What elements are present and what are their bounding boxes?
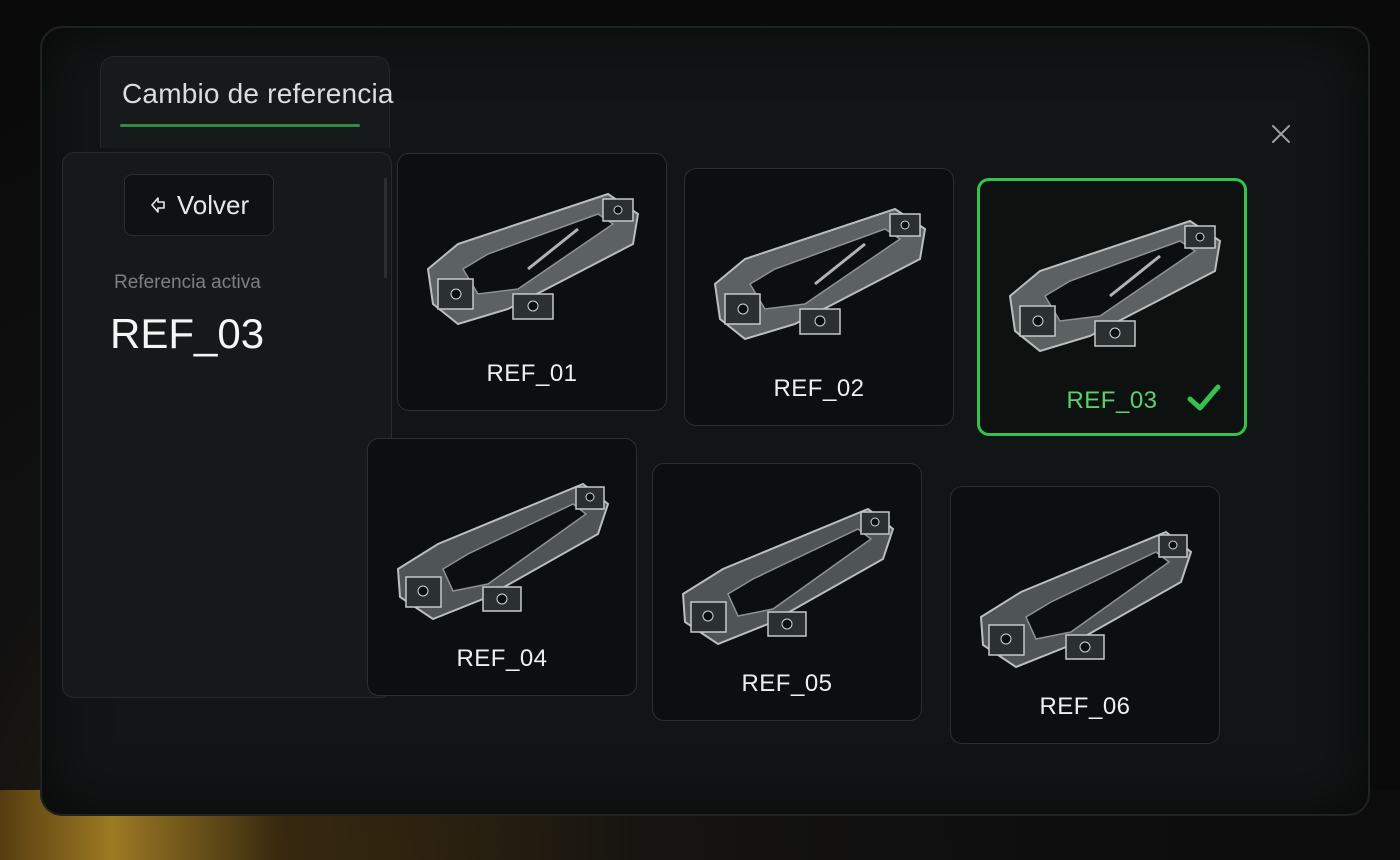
reference-card[interactable]: REF_04 [367,438,637,696]
reference-label: REF_05 [741,670,833,697]
part-image [682,508,894,645]
checkmark-icon [1187,384,1221,411]
part-image [1008,219,1222,353]
back-button[interactable]: Volver [124,174,274,236]
title-underline [120,124,360,127]
page-title: Cambio de referencia [122,78,394,109]
active-reference-label: Referencia activa [114,272,261,293]
reference-card[interactable]: REF_06 [950,486,1220,744]
part-image [713,207,927,341]
close-button[interactable] [1267,120,1295,148]
screen: Cambio de referencia Volver Referencia a… [40,26,1370,816]
close-icon [1272,125,1290,143]
back-button-label: Volver [176,189,250,220]
part-image [426,192,640,326]
reference-label: REF_01 [486,360,578,387]
reference-card[interactable]: REF_05 [652,463,922,721]
reference-label: REF_06 [1039,693,1131,720]
scrollbar[interactable] [384,178,387,278]
reference-label: REF_02 [773,375,865,402]
part-image [397,483,609,620]
reference-card[interactable]: REF_01 [397,153,667,411]
active-reference-value: REF_03 [110,310,265,357]
part-image [980,531,1192,668]
back-arrow-icon [151,197,165,213]
reference-card-selected[interactable]: REF_03 [977,178,1247,436]
reference-label: REF_04 [456,645,548,672]
reference-card[interactable]: REF_02 [684,168,954,426]
